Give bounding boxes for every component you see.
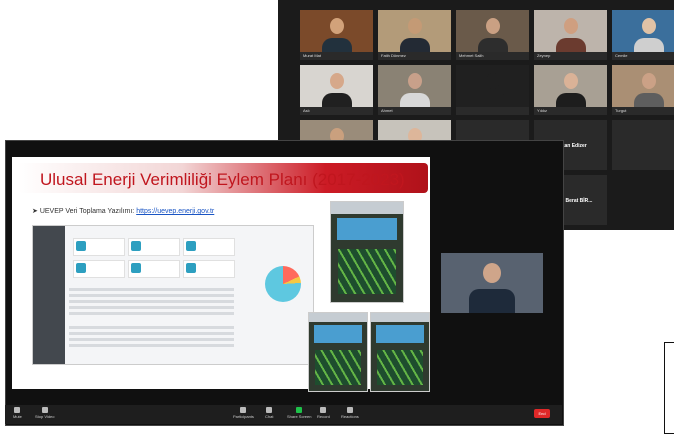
app-sidebar <box>33 226 65 364</box>
arrow-bullet-icon: ➤ <box>32 208 40 215</box>
stat-card <box>73 260 125 278</box>
speaker-suit <box>469 289 515 313</box>
participant-video <box>534 65 607 107</box>
table-row <box>69 294 234 297</box>
table-row <box>69 300 234 303</box>
participant-face <box>563 18 578 34</box>
camera-icon <box>41 407 48 413</box>
participant-video <box>378 10 451 52</box>
table-row <box>69 312 234 315</box>
participant-body <box>477 38 508 52</box>
report-cover-small <box>370 312 430 392</box>
meeting-toolbar: Mute Stop Video Participants Chat Share … <box>5 405 562 424</box>
participant-face <box>329 18 344 34</box>
participant-tile[interactable]: Murat Mat <box>300 10 373 60</box>
record-icon <box>320 407 327 413</box>
participant-name: Fatih Dönmez <box>381 53 406 58</box>
participant-face <box>407 73 422 89</box>
share-screen-button[interactable]: Share Screen <box>287 407 311 419</box>
participant-tile[interactable] <box>456 65 529 115</box>
participant-video <box>300 10 373 52</box>
participant-face <box>641 18 656 34</box>
stat-card <box>128 238 180 256</box>
presentation-slide: Ulusal Enerji Verimliliği Eylem Planı (2… <box>12 157 430 392</box>
participant-body <box>321 38 352 52</box>
participant-tile[interactable]: Mehmet Salih <box>456 10 529 60</box>
participant-body <box>633 38 664 52</box>
participant-name: Cemile <box>615 53 628 58</box>
table-row <box>69 326 234 329</box>
participant-video <box>456 10 529 52</box>
report-cover-large <box>330 201 404 303</box>
participant-tile[interactable]: Zeynep <box>534 10 607 60</box>
participant-tile[interactable]: Yıldız <box>534 65 607 115</box>
participant-tile[interactable]: Fatih Dönmez <box>378 10 451 60</box>
participant-body <box>399 93 430 107</box>
share-screen-icon <box>296 407 303 413</box>
participant-name: Murat Mat <box>303 53 322 58</box>
mute-button[interactable]: Mute <box>13 407 22 419</box>
participant-body <box>555 93 586 107</box>
participant-tile[interactable]: Turgut <box>612 65 674 115</box>
participant-body <box>555 38 586 52</box>
frame-corner <box>664 342 674 434</box>
participant-video <box>612 65 674 107</box>
record-button[interactable]: Record <box>317 407 330 419</box>
participant-name: Aslı <box>303 108 310 113</box>
slide-bullet: ➤ UEVEP Veri Toplama Yazılımı: https://u… <box>32 207 214 215</box>
participant-tile[interactable]: Ahmet <box>378 65 451 115</box>
participant-tile[interactable]: Cemile <box>612 10 674 60</box>
participant-name: Zeynep <box>537 53 551 58</box>
participant-video <box>612 10 674 52</box>
participants-icon <box>240 407 247 413</box>
stat-card <box>183 238 235 256</box>
participant-video <box>456 65 529 107</box>
participant-body <box>321 93 352 107</box>
participant-face <box>485 18 500 34</box>
report-cover-small <box>308 312 368 392</box>
participant-body <box>399 38 430 52</box>
participant-video <box>300 65 373 107</box>
participant-name: Turgut <box>615 108 627 113</box>
participant-face <box>407 18 422 34</box>
participant-face <box>329 73 344 89</box>
chat-button[interactable]: Chat <box>265 407 273 419</box>
table-row <box>69 344 234 347</box>
participant-body <box>477 93 508 107</box>
reactions-button[interactable]: Reactions <box>341 407 359 419</box>
stat-card <box>183 260 235 278</box>
participant-video <box>378 65 451 107</box>
end-meeting-button[interactable]: End <box>534 409 550 418</box>
participant-face <box>563 73 578 89</box>
stat-card <box>128 260 180 278</box>
speaker-video <box>441 253 543 313</box>
uevep-link[interactable]: https://uevep.enerji.gov.tr <box>136 208 214 215</box>
participant-tile[interactable]: Aslı <box>300 65 373 115</box>
chat-icon <box>266 407 273 413</box>
participant-video <box>534 10 607 52</box>
participant-tile[interactable] <box>612 120 674 170</box>
software-screenshot <box>32 225 314 365</box>
table-row <box>69 288 234 291</box>
stat-card <box>73 238 125 256</box>
pie-chart-thumbnail <box>265 266 301 302</box>
table-row <box>69 338 234 341</box>
slide-title: Ulusal Enerji Verimliliği Eylem Planı (2… <box>40 170 405 189</box>
stop-video-button[interactable]: Stop Video <box>35 407 55 419</box>
participant-name: Yıldız <box>537 108 548 113</box>
table-row <box>69 332 234 335</box>
participants-button[interactable]: Participants <box>233 407 254 419</box>
participant-name: Mehmet Salih <box>459 53 484 58</box>
table-row <box>69 306 234 309</box>
microphone-icon <box>14 407 21 413</box>
smiley-icon <box>346 407 353 413</box>
participant-body <box>633 93 664 107</box>
participant-name: Ahmet <box>381 108 393 113</box>
bullet-text: UEVEP Veri Toplama Yazılımı: <box>39 208 135 215</box>
participant-face <box>485 73 500 89</box>
speaker-face <box>483 263 501 283</box>
participant-face <box>641 73 656 89</box>
